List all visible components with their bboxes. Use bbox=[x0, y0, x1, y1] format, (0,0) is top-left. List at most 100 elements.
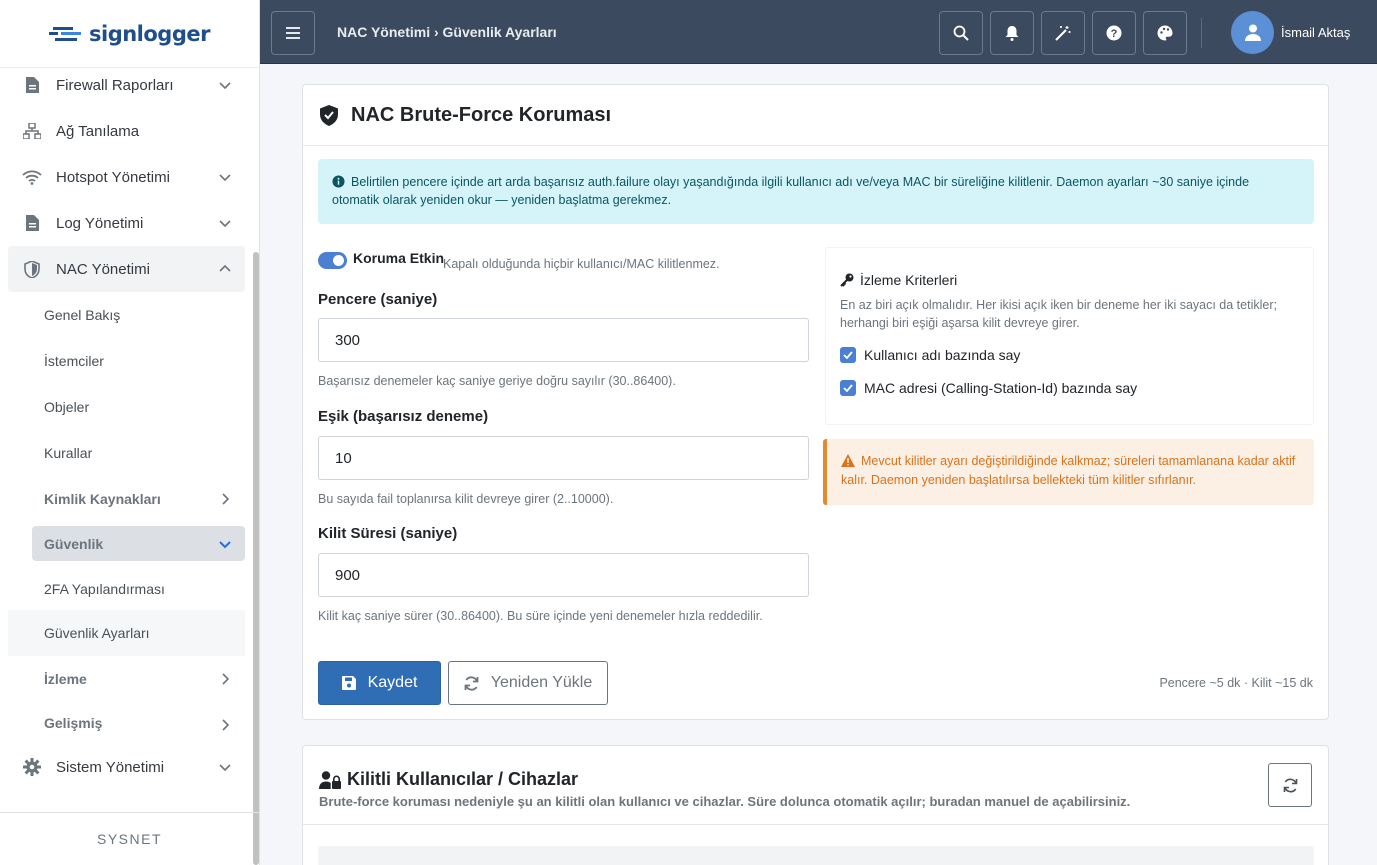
sidebar-item-sistem-yonetimi[interactable]: Sistem Yönetimi bbox=[8, 744, 245, 790]
protection-toggle[interactable] bbox=[318, 252, 347, 269]
window-input[interactable] bbox=[318, 318, 809, 362]
sidebar-nav: Firewall Raporları Ağ Tanılama Hotspot Y… bbox=[8, 62, 245, 790]
sidebar-item-firewall-raporlari[interactable]: Firewall Raporları bbox=[8, 62, 245, 108]
sidebar-item-label: Hotspot Yönetimi bbox=[56, 168, 170, 186]
key-icon bbox=[840, 273, 854, 287]
chevron-down-icon bbox=[219, 220, 231, 228]
user-icon bbox=[1244, 24, 1261, 41]
window-label: Pencere (saniye) bbox=[318, 291, 438, 308]
theme-button[interactable] bbox=[1143, 11, 1187, 55]
palette-icon bbox=[1157, 25, 1173, 41]
sidebar-subitem-istemciler[interactable]: İstemciler bbox=[8, 338, 245, 384]
chevron-right-icon bbox=[222, 719, 230, 731]
brand[interactable]: signlogger bbox=[0, 0, 259, 68]
refresh-button[interactable] bbox=[1268, 763, 1312, 807]
sidebar-subitem-objeler[interactable]: Objeler bbox=[8, 384, 245, 430]
sidebar-subitem-kurallar[interactable]: Kurallar bbox=[8, 430, 245, 476]
sidebar-subitem-kimlik-kaynaklari[interactable]: Kimlik Kaynakları bbox=[8, 476, 245, 522]
info-alert: Belirtilen pencere içinde art arda başar… bbox=[318, 159, 1314, 224]
user-criteria-checkbox[interactable] bbox=[840, 347, 856, 363]
user-name[interactable]: İsmail Aktaş bbox=[1281, 25, 1350, 40]
threshold-label: Eşik (başarısız deneme) bbox=[318, 408, 489, 425]
sidebar-subitem-gelismis[interactable]: Gelişmiş bbox=[8, 702, 245, 744]
check-icon bbox=[843, 384, 853, 392]
wifi-icon bbox=[22, 167, 42, 187]
shield-icon bbox=[22, 259, 42, 279]
sidebar-item-ag-tanilama[interactable]: Ağ Tanılama bbox=[8, 108, 245, 154]
signlogger-logo-icon bbox=[49, 26, 81, 41]
sidebar-subitem-label: Gelişmiş bbox=[44, 715, 103, 731]
sidebar-item-label: NAC Yönetimi bbox=[56, 260, 150, 278]
lock-duration-help: Kilit kaç saniye sürer (30..86400). Bu s… bbox=[318, 609, 763, 623]
locked-users-title: Kilitli Kullanıcılar / Cihazlar bbox=[319, 769, 578, 790]
chevron-down-icon bbox=[219, 82, 231, 90]
magic-wand-icon bbox=[1055, 26, 1071, 41]
sidebar-subitem-2fa[interactable]: 2FA Yapılandırması bbox=[8, 567, 245, 610]
locked-users-subtitle: Brute-force koruması nedeniyle şu an kil… bbox=[319, 794, 1131, 809]
file-icon bbox=[22, 213, 42, 233]
card-divider bbox=[303, 824, 1328, 825]
sidebar-subitem-label: Güvenlik Ayarları bbox=[44, 625, 150, 641]
sidebar-subitem-label: İzleme bbox=[44, 671, 87, 687]
save-button[interactable]: Kaydet bbox=[318, 661, 441, 705]
warning-alert: Mevcut kilitler ayarı değiştirildiğinde … bbox=[823, 439, 1314, 505]
breadcrumb: NAC Yönetimi › Güvenlik Ayarları bbox=[337, 24, 557, 40]
save-button-label: Kaydet bbox=[367, 674, 418, 691]
info-alert-text: Belirtilen pencere içinde art arda başar… bbox=[332, 175, 1250, 207]
sidebar-subitem-guvenlik[interactable]: Güvenlik bbox=[32, 526, 245, 561]
sidebar-subitem-label: İstemciler bbox=[44, 353, 104, 369]
search-button[interactable] bbox=[939, 11, 983, 55]
reload-button[interactable]: Yeniden Yükle bbox=[448, 661, 608, 705]
menu-toggle-button[interactable] bbox=[271, 11, 315, 55]
mac-criteria-checkbox[interactable] bbox=[840, 380, 856, 396]
brand-name: signlogger bbox=[89, 21, 210, 46]
chevron-down-icon bbox=[219, 541, 231, 549]
sidebar-subitem-genel-bakis[interactable]: Genel Bakış bbox=[8, 292, 245, 338]
check-icon bbox=[843, 351, 853, 359]
locked-users-title-text: Kilitli Kullanıcılar / Cihazlar bbox=[347, 769, 579, 789]
sidebar-item-label: Log Yönetimi bbox=[56, 214, 144, 232]
brute-force-card: NAC Brute-Force Koruması Belirtilen penc… bbox=[302, 84, 1329, 720]
magic-button[interactable] bbox=[1041, 11, 1085, 55]
sidebar-item-hotspot-yonetimi[interactable]: Hotspot Yönetimi bbox=[8, 154, 245, 200]
svg-text:?: ? bbox=[1111, 28, 1118, 40]
chevron-right-icon bbox=[222, 673, 230, 685]
window-help: Başarısız denemeler kaç saniye geriye do… bbox=[318, 374, 676, 388]
sidebar-subitem-label: Güvenlik bbox=[44, 535, 104, 552]
toggle-help-text: Kapalı olduğunda hiçbir kullanıcı/MAC ki… bbox=[443, 257, 720, 271]
avatar[interactable] bbox=[1231, 11, 1274, 54]
sidebar-item-log-yonetimi[interactable]: Log Yönetimi bbox=[8, 200, 245, 246]
sidebar-subitem-label: 2FA Yapılandırması bbox=[44, 580, 165, 597]
user-criteria-label: Kullanıcı adı bazında say bbox=[864, 347, 1021, 363]
criteria-panel: İzleme Kriterleri En az biri açık olmalı… bbox=[825, 247, 1314, 425]
sidebar-item-nac-yonetimi[interactable]: NAC Yönetimi bbox=[8, 246, 245, 292]
mac-criteria-row[interactable]: MAC adresi (Calling-Station-Id) bazında … bbox=[840, 380, 1137, 396]
sidebar-subitem-guvenlik-ayarlari[interactable]: Güvenlik Ayarları bbox=[8, 610, 245, 656]
lock-duration-input[interactable] bbox=[318, 553, 809, 597]
notifications-button[interactable] bbox=[990, 11, 1034, 55]
sidebar-item-label: Ağ Tanılama bbox=[56, 122, 140, 140]
lock-duration-label: Kilit Süresi (saniye) bbox=[318, 525, 458, 542]
info-icon bbox=[332, 175, 345, 188]
mac-criteria-label: MAC adresi (Calling-Station-Id) bazında … bbox=[864, 380, 1138, 396]
chevron-down-icon bbox=[219, 174, 231, 182]
chevron-up-icon bbox=[219, 264, 231, 272]
sync-icon bbox=[464, 675, 479, 691]
chevron-down-icon bbox=[219, 764, 231, 772]
card-header: NAC Brute-Force Koruması bbox=[303, 85, 1328, 146]
menu-icon bbox=[286, 27, 300, 39]
sidebar-subitem-label: Genel Bakış bbox=[44, 307, 121, 323]
topbar-divider bbox=[1201, 18, 1202, 48]
user-criteria-row[interactable]: Kullanıcı adı bazında say bbox=[840, 347, 1020, 363]
help-button[interactable]: ? bbox=[1092, 11, 1136, 55]
sidebar-subitem-izleme[interactable]: İzleme bbox=[8, 656, 245, 702]
brand-logo: signlogger bbox=[49, 22, 210, 46]
bell-icon bbox=[1005, 26, 1019, 41]
warning-alert-text: Mevcut kilitler ayarı değiştirildiğinde … bbox=[841, 454, 1296, 487]
card-title: NAC Brute-Force Koruması bbox=[351, 103, 612, 126]
sidebar-subitem-label: Kurallar bbox=[44, 445, 93, 461]
threshold-input[interactable] bbox=[318, 436, 809, 480]
sidebar-scrollbar[interactable] bbox=[253, 252, 259, 865]
criteria-title: İzleme Kriterleri bbox=[840, 272, 957, 288]
toggle-label: Koruma Etkin bbox=[353, 250, 445, 266]
